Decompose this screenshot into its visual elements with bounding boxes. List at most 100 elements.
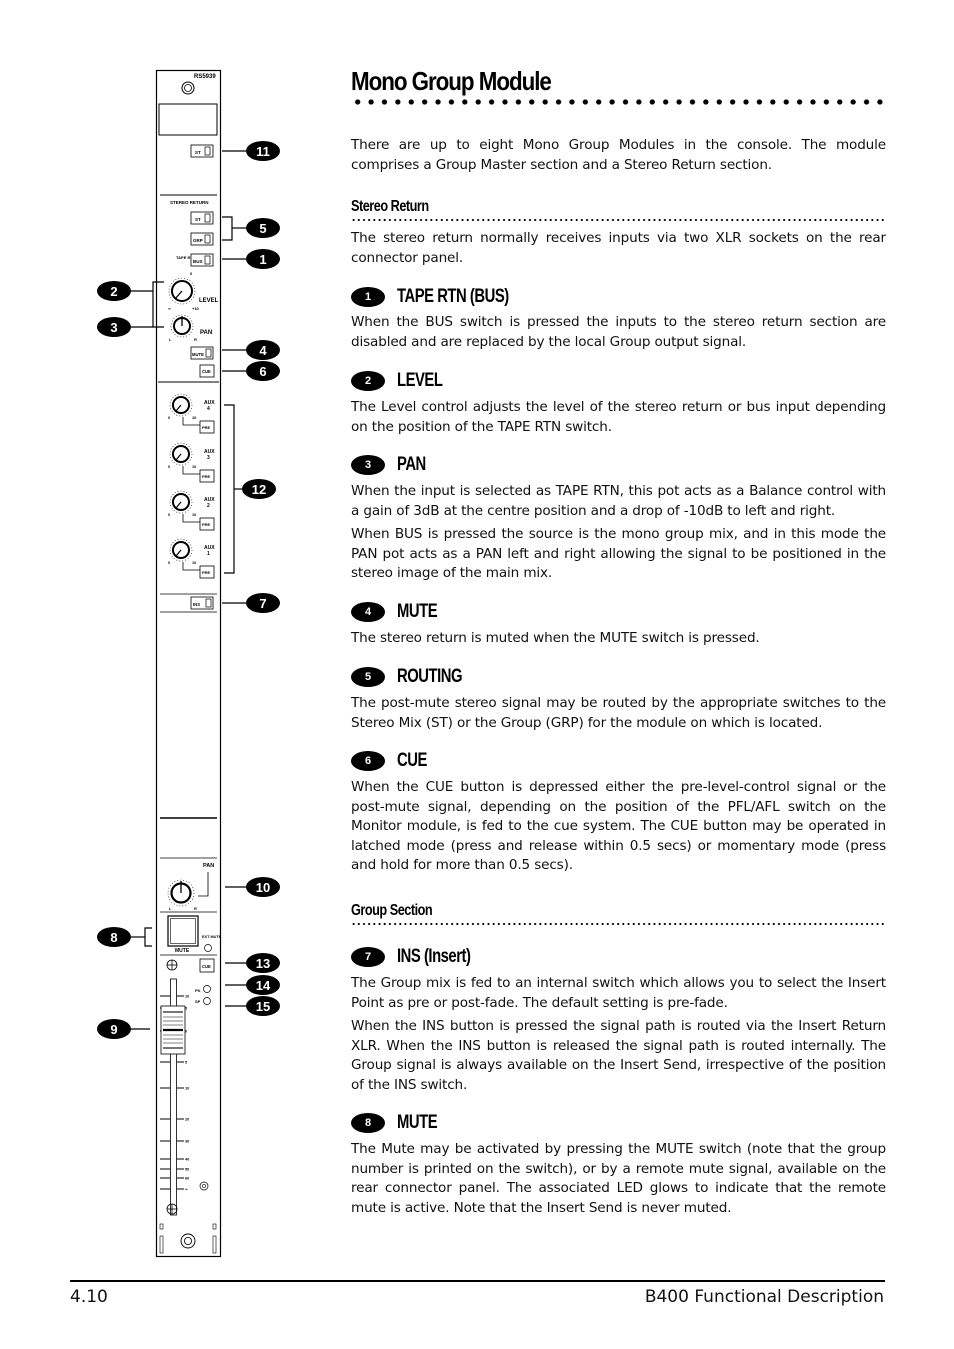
svg-text:∞: ∞ <box>185 1188 188 1192</box>
svg-text:10: 10 <box>192 561 196 565</box>
svg-text:PRE: PRE <box>202 522 211 527</box>
svg-text:2: 2 <box>207 503 210 509</box>
item-number-badge: 2 <box>351 371 385 391</box>
callout-8: 8 <box>97 927 131 947</box>
svg-text:20: 20 <box>185 1118 189 1122</box>
item-heading-8: 8 MUTE <box>351 1112 448 1134</box>
group-pan-label: PAN <box>203 863 214 869</box>
svg-text:+10: +10 <box>192 306 200 311</box>
item-paragraph: When the input is selected as TAPE RTN, … <box>351 483 886 519</box>
item-number-badge: 8 <box>351 1113 385 1133</box>
svg-text:40: 40 <box>185 1158 189 1162</box>
svg-text:60: 60 <box>185 1177 189 1181</box>
svg-text:PRE: PRE <box>202 570 211 575</box>
item-paragraph: The Level control adjusts the level of t… <box>351 399 886 435</box>
item-paragraph: When BUS is pressed the source is the mo… <box>351 526 886 581</box>
callout-4: 4 <box>246 340 280 360</box>
callout-13: 13 <box>246 953 280 973</box>
item-number-badge: 3 <box>351 455 385 475</box>
callout-14: 14 <box>246 975 280 995</box>
section-heading-group-section: Group Section <box>351 902 433 919</box>
svg-text:PRE: PRE <box>202 474 211 479</box>
item-heading-1: 1 TAPE RTN (BUS) <box>351 286 540 308</box>
intro-paragraph: There are up to eight Mono Group Modules… <box>351 137 886 173</box>
bus-switch[interactable]: BUS <box>190 253 214 267</box>
svg-text:0: 0 <box>168 561 170 565</box>
callout-1: 1 <box>246 249 280 269</box>
item-paragraph: The Group mix is fed to an internal swit… <box>351 975 886 1011</box>
callout-15: 15 <box>246 996 280 1016</box>
item-title: ROUTING <box>397 666 463 687</box>
item-paragraph: When the CUE button is depressed either … <box>351 779 886 873</box>
svg-text:MUTE: MUTE <box>192 352 204 357</box>
pre-switch[interactable]: PRE <box>199 517 215 531</box>
svg-text:30: 30 <box>185 1140 189 1144</box>
svg-text:R: R <box>194 906 197 911</box>
item-heading-2: 2 LEVEL <box>351 370 455 392</box>
callout-2: 2 <box>97 281 131 301</box>
section-heading-stereo-return: Stereo Return <box>351 198 429 215</box>
st-switch[interactable]: ST <box>190 211 214 225</box>
callout-5: 5 <box>246 218 280 238</box>
model-label: RS5939 <box>194 74 216 80</box>
item-heading-6: 6 CUE <box>351 750 435 772</box>
svg-text:ST: ST <box>195 150 201 155</box>
item-number-badge: 6 <box>351 751 385 771</box>
svg-text:R: R <box>194 337 197 342</box>
title-dotted-rule <box>351 98 886 106</box>
svg-text:4: 4 <box>207 406 210 412</box>
st-switch-top[interactable]: ST <box>190 144 214 158</box>
item-title: TAPE RTN (BUS) <box>397 286 509 307</box>
svg-text:0: 0 <box>168 416 170 420</box>
callout-6: 6 <box>246 361 280 381</box>
cue-button[interactable]: CUE <box>199 364 215 378</box>
item-title: LEVEL <box>397 370 443 391</box>
pre-switch[interactable]: PRE <box>199 420 215 434</box>
ins-switch[interactable]: INS <box>190 596 214 610</box>
svg-text:10: 10 <box>192 465 196 469</box>
item-heading-5: 5 ROUTING <box>351 666 480 688</box>
svg-text:GRP: GRP <box>193 238 203 243</box>
level-label: LEVEL <box>199 298 219 304</box>
group-cue-button[interactable]: CUE <box>199 958 215 973</box>
module-diagram: RS5939 ST STEREO RETURN ST GRP TAPE RTN … <box>131 69 246 1258</box>
item-paragraph: When the INS button is pressed the signa… <box>351 1018 886 1093</box>
svg-text:PK: PK <box>195 988 201 993</box>
item-heading-4: 4 MUTE <box>351 601 448 623</box>
callout-9: 9 <box>97 1019 131 1039</box>
svg-text:3: 3 <box>207 455 210 461</box>
svg-text:10: 10 <box>185 1087 189 1091</box>
svg-text:∞: ∞ <box>168 306 171 311</box>
item-number-badge: 4 <box>351 602 385 622</box>
pre-switch[interactable]: PRE <box>199 565 215 579</box>
svg-text:CUE: CUE <box>202 369 211 374</box>
svg-text:CUE: CUE <box>202 964 211 969</box>
svg-text:MUTE: MUTE <box>175 948 190 954</box>
grp-switch[interactable]: GRP <box>190 232 214 246</box>
group-mute-button[interactable] <box>167 915 199 947</box>
stereo-return-paragraph: The stereo return normally receives inpu… <box>351 230 886 266</box>
pan-label: PAN <box>200 330 212 336</box>
item-title: MUTE <box>397 601 438 622</box>
item-title: CUE <box>397 750 427 771</box>
section-dotted-rule <box>351 218 886 222</box>
item-title: INS (Insert) <box>397 946 471 967</box>
item-heading-3: 3 PAN <box>351 454 434 476</box>
svg-text:0: 0 <box>168 513 170 517</box>
item-number-badge: 7 <box>351 947 385 967</box>
callout-7: 7 <box>246 593 280 613</box>
item-number-badge: 5 <box>351 667 385 687</box>
item-paragraph: The Mute may be activated by pressing th… <box>351 1141 886 1216</box>
svg-text:SP: SP <box>195 999 201 1004</box>
fader-cap[interactable] <box>160 1005 186 1055</box>
callout-3: 3 <box>97 317 131 337</box>
item-number-badge: 1 <box>351 287 385 307</box>
svg-text:10: 10 <box>192 416 196 420</box>
mute-switch[interactable]: MUTE <box>190 346 214 360</box>
pre-switch[interactable]: PRE <box>199 469 215 483</box>
document-title: B400 Functional Description <box>644 1287 884 1307</box>
svg-text:50: 50 <box>185 1168 189 1172</box>
svg-text:ST: ST <box>195 217 201 222</box>
svg-text:5: 5 <box>185 1061 187 1065</box>
svg-text:1: 1 <box>207 551 210 557</box>
